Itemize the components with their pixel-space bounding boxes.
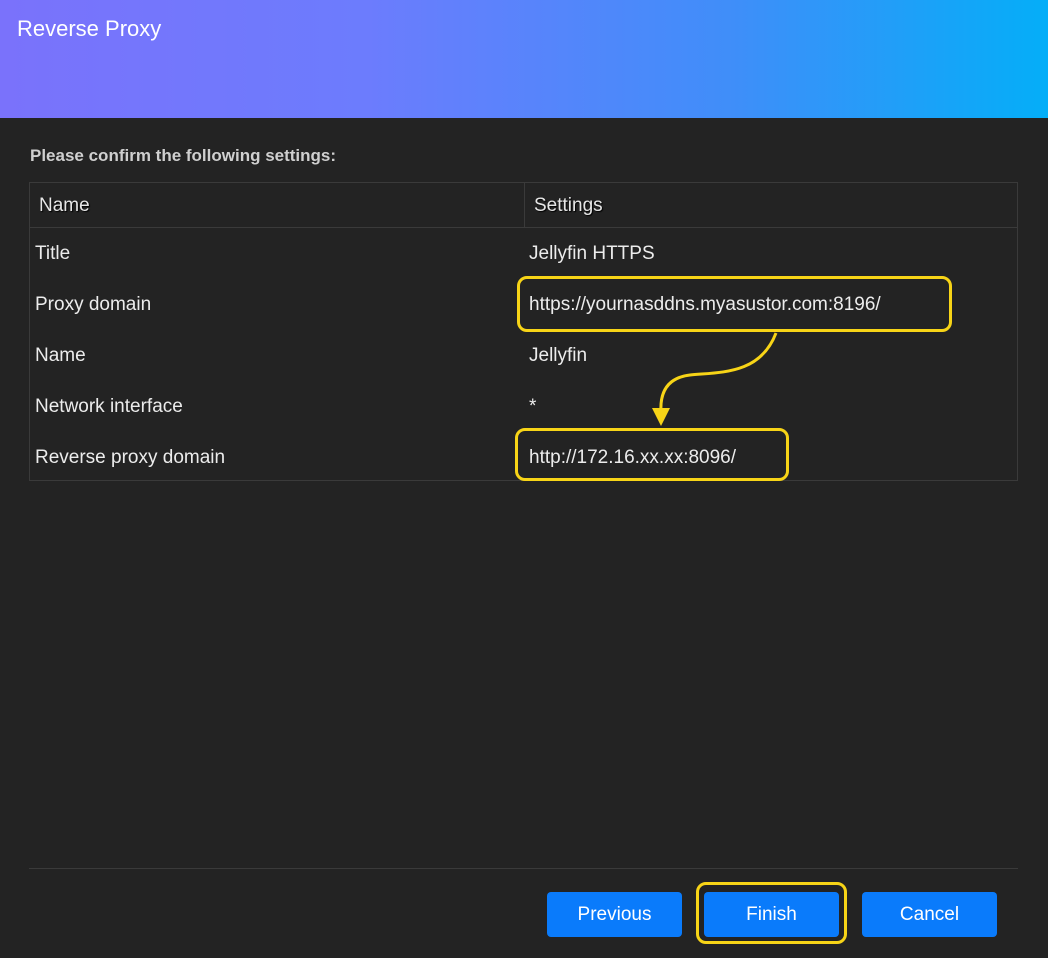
footer-divider [29,868,1018,869]
row-name: Title [35,243,71,264]
row-name: Reverse proxy domain [35,447,226,468]
previous-button[interactable]: Previous [547,892,682,937]
dialog-header: Reverse Proxy [0,0,1048,118]
table-row: Title Jellyfin HTTPS [30,229,1017,280]
row-name: Proxy domain [35,294,152,315]
row-name: Name [35,345,86,366]
finish-button[interactable]: Finish [704,892,839,937]
column-header-name: Name [39,195,90,216]
row-value: Jellyfin [529,345,588,366]
cancel-button[interactable]: Cancel [862,892,997,937]
row-value: Jellyfin HTTPS [529,243,655,264]
dialog-title: Reverse Proxy [17,16,162,41]
row-name: Network interface [35,396,183,417]
confirm-instruction: Please confirm the following settings: [30,146,337,165]
column-header-settings: Settings [534,195,603,216]
table-header: Name Settings [30,183,1017,228]
reverse-proxy-domain-highlight [515,428,789,481]
proxy-domain-highlight [517,276,952,332]
table-row: Network interface * [30,382,1017,433]
row-value: * [529,396,537,417]
column-divider [524,183,525,227]
table-row: Name Jellyfin [30,331,1017,382]
